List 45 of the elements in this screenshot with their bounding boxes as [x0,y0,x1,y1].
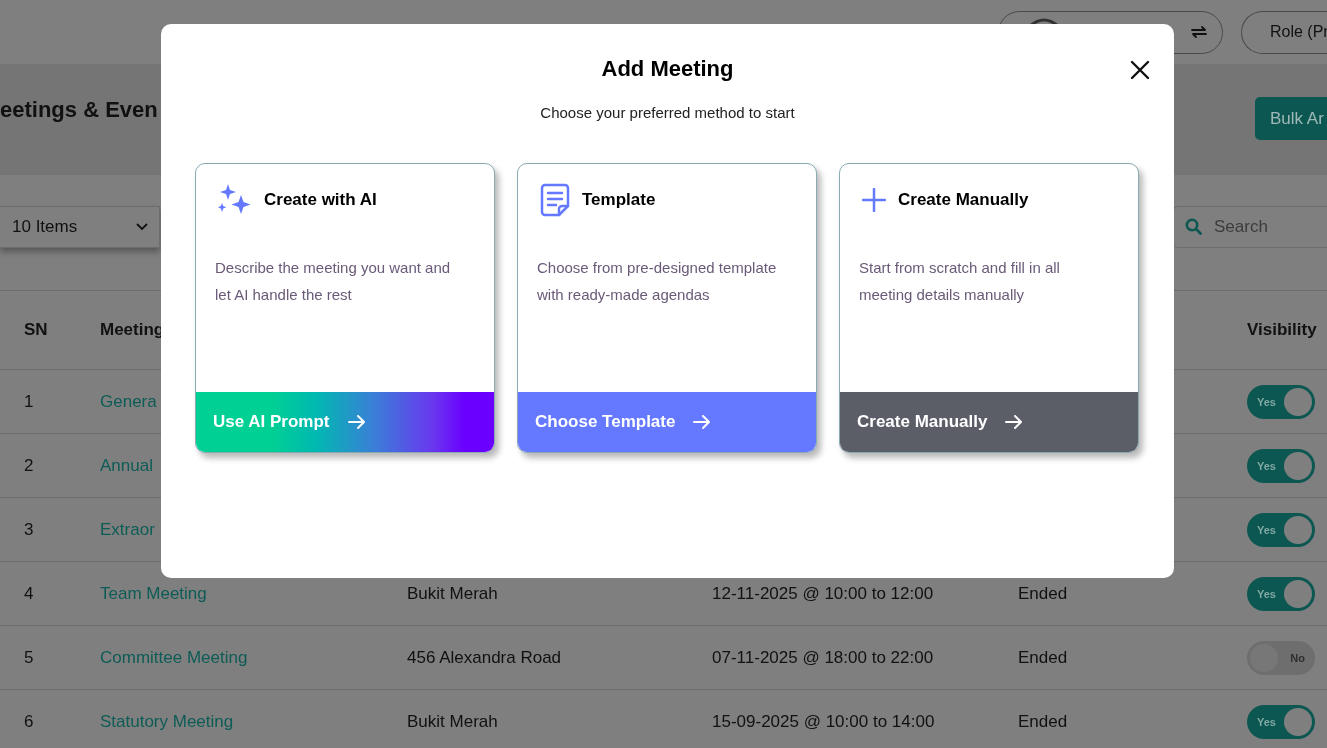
table-cell-text: 4 [24,583,35,604]
column-header: Visibility [1247,320,1318,340]
page-size-dropdown[interactable]: 10 Items [0,205,160,248]
visibility-toggle[interactable]: Yes [1247,576,1315,611]
table-cell-text: Ended [1018,647,1069,668]
table-cell-text: 6 [24,711,35,732]
card-title: Create Manually [898,190,1029,210]
card-action-button[interactable]: Use AI Prompt [196,392,494,452]
column-header: SN [24,320,49,340]
card-action-button[interactable]: Choose Template [518,392,816,452]
visibility-toggle[interactable]: Yes [1247,384,1315,419]
table-cell-text: 07-11-2025 @ 18:00 to 22:00 [712,647,935,668]
table-cell-text: Bukit Merah [407,711,499,732]
search-field[interactable]: Search [1173,205,1327,248]
visibility-toggle[interactable]: No [1247,640,1315,675]
table-cell-text: Ended [1018,583,1069,604]
visibility-toggle[interactable]: Yes [1247,704,1315,739]
table-cell-text: 2 [24,455,35,476]
visibility-toggle[interactable]: Yes [1247,512,1315,547]
card-description: Describe the meeting you want and let AI handle the rest [214,258,452,305]
method-card[interactable]: Create with AI Describe the meeting you want and let AI handle the rest Use AI Prompt [195,163,495,453]
card-title: Template [582,190,656,210]
meeting-link[interactable]: Committee Meeting [100,647,407,668]
page-title: eetings & Even [0,96,158,123]
table-cell-text: 15-09-2025 @ 10:00 to 14:00 [712,711,936,732]
table-cell-text: 3 [24,519,35,540]
method-card[interactable]: Template Choose from pre-designed template with ready-made agendas Choose Template [517,163,817,453]
card-title: Create with AI [264,190,377,210]
table-cell-text: Bukit Merah [407,583,499,604]
page-size-value: 10 Items [12,216,78,237]
table-cell-text: Ended [1018,711,1069,732]
card-action-button[interactable]: Create Manually [840,392,1138,452]
modal-title: Add Meeting [601,56,734,82]
table-cell-text: 12-11-2025 @ 10:00 to 12:00 [712,583,935,604]
method-card[interactable]: Create Manually Start from scratch and fill in all meeting details manually Create Manually [839,163,1139,453]
table-cell-text: 1 [24,391,35,412]
modal-subtitle: Choose your preferred method to start [540,104,795,121]
card-description: Start from scratch and fill in all meeting details manually [858,258,1061,305]
card-description: Choose from pre-designed template with ready-made agendas [536,258,778,305]
table-cell-text: 456 Alexandra Road [407,647,563,668]
visibility-toggle[interactable]: Yes [1247,448,1315,483]
meeting-link[interactable]: Team Meeting [100,583,407,604]
bulk-button[interactable]: Bulk Ar [1255,97,1327,140]
table-cell-text: 5 [24,647,35,668]
meeting-link[interactable]: Statutory Meeting [100,711,407,732]
